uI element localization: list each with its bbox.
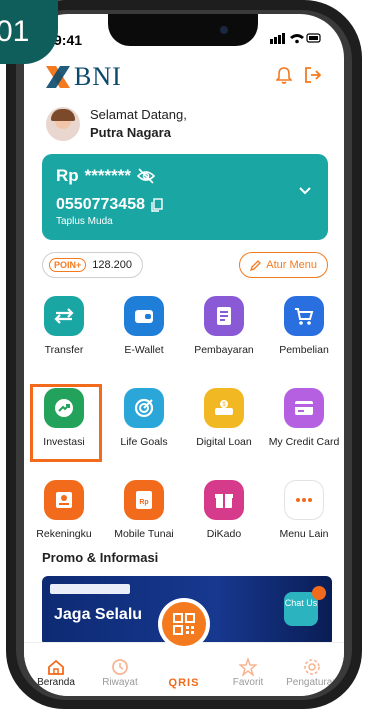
atur-menu-button[interactable]: Atur Menu: [239, 252, 328, 278]
chat-badge: [312, 586, 326, 600]
star-icon: [239, 657, 257, 677]
menu-item-transfer[interactable]: Transfer: [24, 290, 104, 382]
account-type: Taplus Muda: [56, 216, 113, 227]
menu-item-label: Digital Loan: [196, 436, 252, 448]
menu-item-label: Pembayaran: [194, 344, 254, 356]
app-screen: 9:41 BNI Selamat Datang, Putra Nagara Rp…: [24, 14, 344, 696]
bni-logo: BNI: [46, 62, 122, 92]
menu-item-label: My Credit Card: [268, 436, 340, 448]
promo-banner-text: Jaga Selalu: [54, 606, 143, 623]
target-icon: [124, 388, 164, 428]
menu-item-label: Transfer: [44, 344, 84, 356]
gift-icon: [204, 480, 244, 520]
greeting: Selamat Datang, Putra Nagara: [46, 106, 187, 142]
poin-value: 128.200: [92, 259, 133, 271]
menu-row: Investasi Life Goals $ Digital Loan My Credi…: [24, 382, 344, 474]
nav-beranda[interactable]: Beranda: [24, 657, 88, 688]
user-name: Putra Nagara: [90, 125, 171, 140]
menu-item-digital-loan[interactable]: $ Digital Loan: [184, 382, 264, 474]
nav-label: Riwayat: [102, 677, 138, 688]
qris-scan-button[interactable]: [162, 602, 206, 646]
more-icon: [284, 480, 324, 520]
wallet-icon: [124, 296, 164, 336]
home-icon: [47, 657, 65, 677]
menu-item-label: DiKado: [206, 528, 242, 540]
tutorial-highlight-box: [30, 384, 102, 462]
phone-notch: [108, 14, 258, 46]
account-card[interactable]: Rp ******* 0550773458 Taplus Muda: [42, 154, 328, 240]
status-icons: [270, 32, 322, 47]
promo-title: Promo & Informasi: [42, 550, 159, 565]
menu-item-life-goals[interactable]: Life Goals: [104, 382, 184, 474]
menu-item-label: E-Wallet: [124, 344, 164, 356]
cart-icon: [284, 296, 324, 336]
currency-label: Rp: [56, 166, 79, 185]
bill-icon: [204, 296, 244, 336]
menu-item-label: Life Goals: [120, 436, 168, 448]
bni-logo-mark-icon: [46, 66, 70, 88]
poin-balance[interactable]: POIN+ 128.200: [42, 252, 144, 278]
bottom-nav: Beranda Riwayat QRIS Favorit Pengaturan: [24, 642, 344, 696]
status-time: 9:41: [54, 32, 83, 48]
chevron-down-icon[interactable]: [298, 186, 312, 196]
history-icon: [111, 657, 129, 677]
menu-item-label: Rekeningku: [36, 528, 92, 540]
settings-icon: [303, 657, 321, 677]
menu-item-pembelian[interactable]: Pembelian: [264, 290, 344, 382]
logout-icon[interactable]: [304, 66, 322, 84]
hide-balance-icon[interactable]: [136, 168, 155, 184]
credit-card-icon: [284, 388, 324, 428]
menu-item-e-wallet[interactable]: E-Wallet: [104, 290, 184, 382]
nav-label: QRIS: [168, 676, 200, 689]
account-number: 0550773458: [56, 196, 145, 213]
nav-pengaturan[interactable]: Pengaturan: [280, 657, 344, 688]
qr-code-icon: [173, 613, 195, 635]
menu-item-investasi[interactable]: Investasi: [24, 382, 104, 474]
nav-riwayat[interactable]: Riwayat: [88, 657, 152, 688]
pencil-icon: [250, 259, 262, 271]
menu-item-label: Pembelian: [279, 344, 329, 356]
nav-label: Beranda: [37, 677, 75, 688]
header-actions: [276, 66, 322, 84]
atur-menu-label: Atur Menu: [266, 259, 317, 271]
menu-item-dikado[interactable]: DiKado: [184, 474, 264, 566]
svg-text:Rp: Rp: [139, 499, 148, 506]
copy-icon[interactable]: [151, 198, 163, 212]
nav-qris[interactable]: QRIS: [152, 657, 216, 689]
menu-item-menu-lain[interactable]: Menu Lain: [264, 474, 344, 566]
nav-label: Pengaturan: [286, 677, 338, 688]
poin-logo: POIN+: [49, 258, 87, 272]
brand-name: BNI: [74, 62, 122, 91]
camera-dot: [220, 26, 228, 34]
bell-icon[interactable]: [276, 66, 292, 84]
signal-wifi-battery-icon: [270, 33, 321, 44]
balance-masked: *******: [84, 166, 131, 185]
atm-icon: Rp: [124, 480, 164, 520]
loan-icon: $: [204, 388, 244, 428]
menu-grid: Transfer E-Wallet Pembayaran Pembelian Inves…: [24, 290, 344, 566]
menu-item-my-credit-card[interactable]: My Credit Card: [264, 382, 344, 474]
menu-item-pembayaran[interactable]: Pembayaran: [184, 290, 264, 382]
promo-sponsor-strip: [50, 584, 130, 594]
nav-label: Favorit: [232, 677, 264, 688]
menu-item-label: Mobile Tunai: [114, 528, 174, 540]
nav-favorit[interactable]: Favorit: [216, 657, 280, 688]
menu-row: Transfer E-Wallet Pembayaran Pembelian: [24, 290, 344, 382]
menu-item-label: Menu Lain: [279, 528, 329, 540]
account-icon: [44, 480, 84, 520]
transfer-icon: [44, 296, 84, 336]
greeting-hello: Selamat Datang,: [90, 107, 187, 122]
avatar[interactable]: [46, 107, 80, 141]
